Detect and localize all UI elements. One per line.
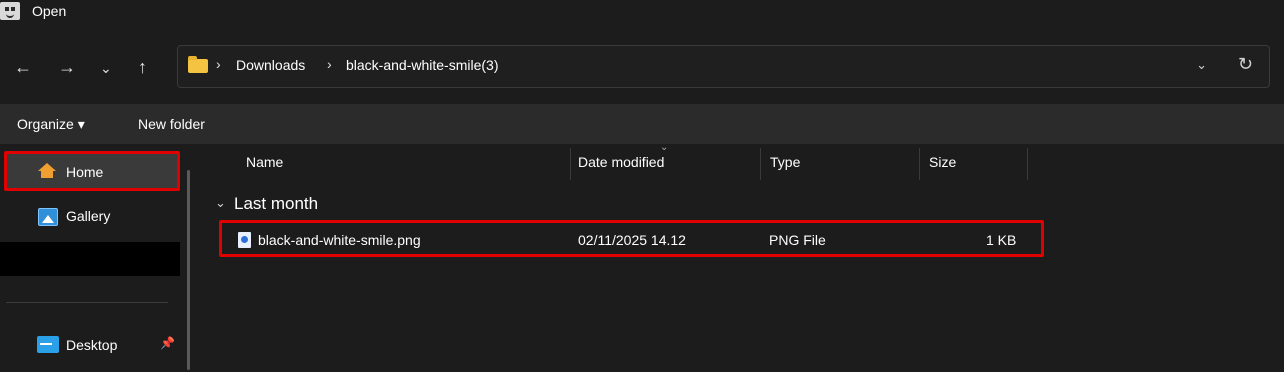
column-divider[interactable] [1027,148,1028,180]
home-icon [41,170,53,178]
sidebar-item-label: Home [66,164,104,180]
title-bar: Open [0,0,1284,30]
file-name: black-and-white-smile.png [258,232,421,248]
sidebar-item-desktop[interactable]: Desktop [4,330,180,362]
back-button[interactable]: ← [14,55,32,79]
file-row[interactable]: black-and-white-smile.png 02/11/2025 14.… [219,220,1044,257]
column-header-size[interactable]: Size [929,154,956,170]
breadcrumb-current-folder[interactable]: black-and-white-smile(3) [346,57,499,73]
sidebar-item-gallery[interactable]: Gallery [4,200,180,234]
app-icon-mouth [6,13,14,18]
app-icon-eye [5,7,9,11]
window-title: Open [32,3,67,19]
column-header-date-modified[interactable]: Date modified [578,154,664,170]
sidebar-item-label: Desktop [66,337,118,353]
breadcrumb-downloads[interactable]: Downloads [236,57,305,73]
organize-button[interactable]: Organize ▾ [17,116,85,133]
file-size: 1 KB [986,232,1017,248]
folder-icon [188,56,208,73]
recent-locations-button[interactable]: ⌄ [100,56,112,80]
app-icon-eye [11,7,15,11]
pin-icon[interactable]: 📌 [160,336,175,350]
column-divider[interactable] [570,148,571,180]
column-divider[interactable] [760,148,761,180]
sidebar-item-home[interactable]: Home [4,151,180,191]
column-divider[interactable] [919,148,920,180]
sidebar-scrollbar[interactable] [187,170,190,370]
refresh-button[interactable]: ↻ [1238,54,1253,75]
sidebar-item-label: Gallery [66,208,111,224]
file-date-modified: 02/11/2025 14.12 [578,232,686,248]
address-bar[interactable]: › Downloads › black-and-white-smile(3) ⌄… [177,45,1270,88]
file-list: Name ⌄ Date modified Type Size ⌄ Last mo… [205,142,1284,372]
sidebar-divider [6,302,168,303]
command-bar: Organize ▾ New folder [0,104,1284,144]
up-button[interactable]: ↑ [138,55,147,79]
navigation-pane: Home Gallery Desktop 📌 [0,144,190,372]
group-header-last-month[interactable]: Last month [234,194,318,214]
file-type: PNG File [769,232,826,248]
app-icon [0,2,20,20]
group-collapse-chevron-icon[interactable]: ⌄ [215,195,226,211]
png-file-icon [238,232,251,248]
sort-indicator-icon: ⌄ [660,142,669,153]
breadcrumb-separator[interactable]: › [216,56,221,72]
redacted-block [0,242,180,276]
column-header-name[interactable]: Name [246,154,283,170]
new-folder-button[interactable]: New folder [138,116,205,132]
address-dropdown-button[interactable]: ⌄ [1196,57,1207,73]
forward-button[interactable]: → [58,55,76,79]
column-header-type[interactable]: Type [770,154,800,170]
breadcrumb-separator[interactable]: › [327,56,332,72]
